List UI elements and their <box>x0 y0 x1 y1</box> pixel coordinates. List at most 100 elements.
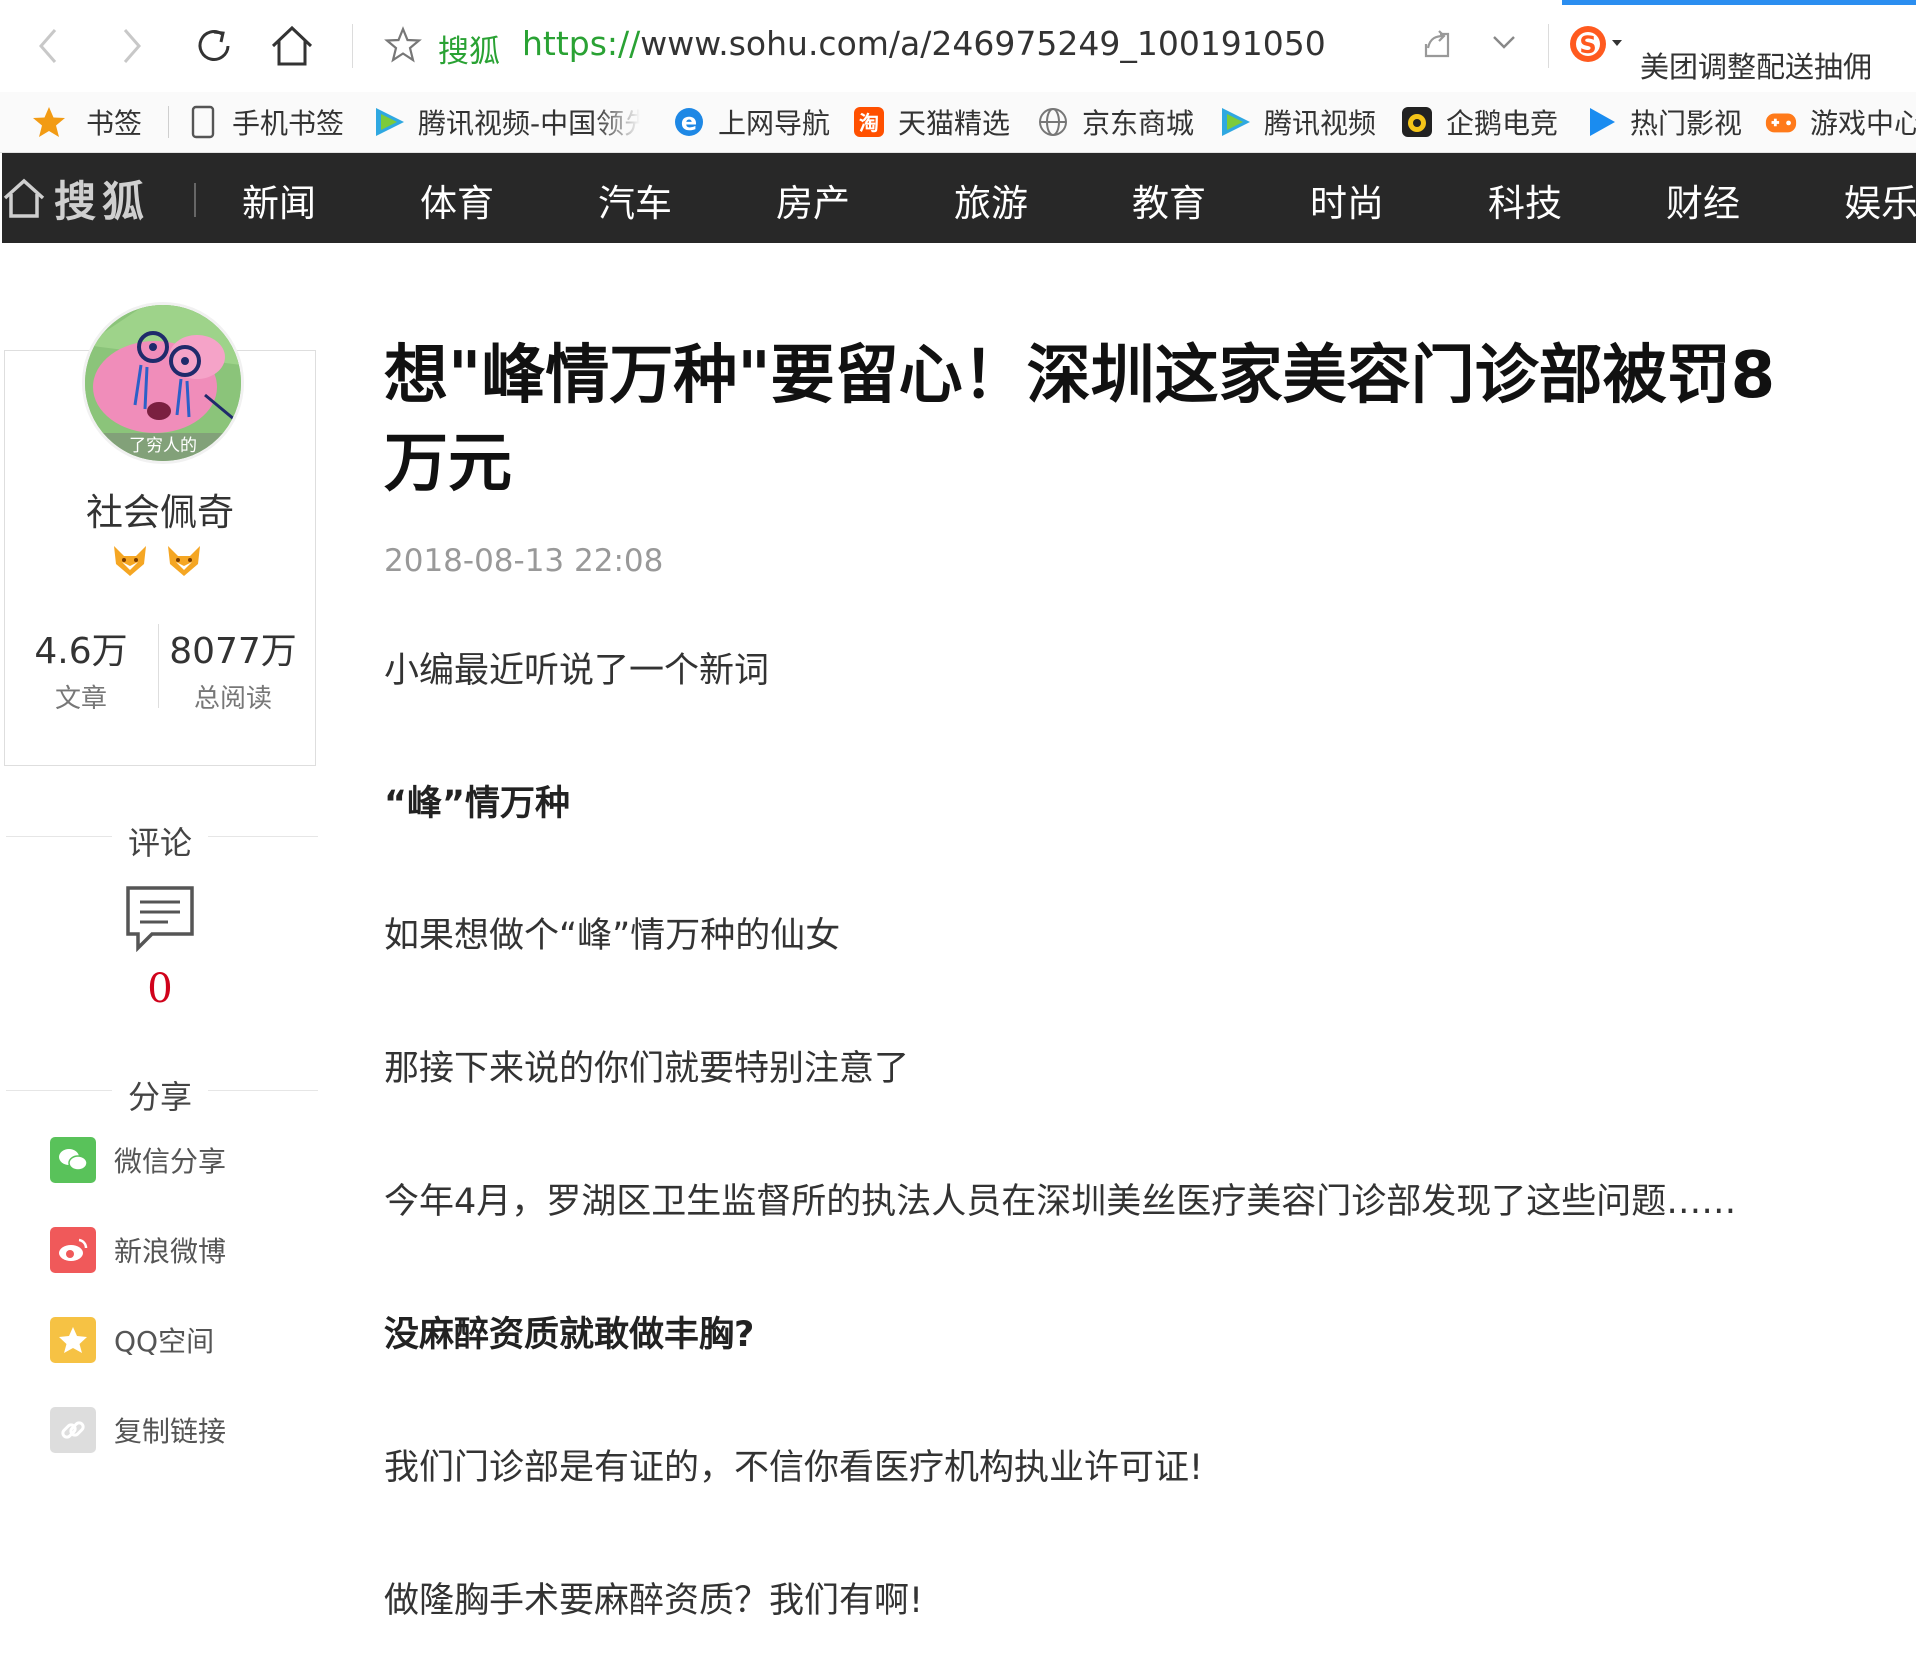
stat-articles: 4.6万 文章 <box>6 622 156 715</box>
home-icon <box>3 178 45 218</box>
bookmark-item[interactable]: 企鹅电竞 <box>1400 102 1558 142</box>
url-protocol: https:// <box>522 24 641 63</box>
bookmark-item[interactable]: 书签 <box>32 102 142 142</box>
nav-divider <box>194 183 196 217</box>
share-label: 微信分享 <box>114 1145 227 1178</box>
chevron-left-icon <box>39 29 57 63</box>
gamepad-icon <box>1764 105 1798 139</box>
bookmark-label: 热门影视 <box>1630 107 1743 140</box>
nav-item-news[interactable]: 新闻 <box>242 173 316 227</box>
bookmark-label: 游戏中心 <box>1810 107 1916 140</box>
ie-icon: e <box>672 105 706 139</box>
nav-item-finance[interactable]: 财经 <box>1666 173 1740 227</box>
bookmark-item[interactable]: 腾讯视频-中国领先 <box>372 102 640 142</box>
chevron-right-icon <box>123 29 141 63</box>
bookmark-item[interactable]: 腾讯视频 <box>1218 102 1376 142</box>
play-icon <box>1584 105 1618 139</box>
share-copy-link[interactable]: 复制链接 <box>50 1406 226 1454</box>
article-paragraph: 今年4月，罗湖区卫生监督所的执法人员在深圳美丝医疗美容门诊部发现了这些问题…… <box>384 1182 1737 1222</box>
url-field[interactable]: https://www.sohu.com/a/246975249_1001910… <box>522 24 1326 63</box>
article-subheading: 没麻醉资质就敢做丰胸? <box>384 1315 755 1355</box>
star-icon <box>32 105 66 139</box>
bookmark-label: 企鹅电竞 <box>1446 107 1559 140</box>
bookmark-label: 腾讯视频 <box>1264 107 1377 140</box>
bookmark-item[interactable]: e 上网导航 <box>672 102 830 142</box>
forward-button[interactable] <box>106 20 158 72</box>
nav-item-tech[interactable]: 科技 <box>1488 173 1562 227</box>
comment-button[interactable] <box>124 884 196 956</box>
article-title: 想"峰情万种"要留心！深圳这家美容门诊部被罚8万元 <box>384 339 1776 501</box>
promo-news-link[interactable]: 美团调整配送抽佣 <box>1640 44 1872 86</box>
sogou-search-button[interactable]: S <box>1566 22 1626 70</box>
article-paragraph: 做隆胸手术要麻醉资质？我们有啊! <box>384 1581 924 1621</box>
reload-button[interactable] <box>188 20 240 72</box>
nav-item-education[interactable]: 教育 <box>1132 173 1206 227</box>
link-icon <box>50 1407 96 1453</box>
author-badges <box>112 544 202 578</box>
sohu-logo[interactable]: 搜狐 <box>2 169 150 227</box>
share-qzone[interactable]: QQ空间 <box>50 1316 214 1364</box>
bookmark-star-button[interactable] <box>384 26 422 68</box>
star-outline-icon <box>384 26 422 63</box>
bookmark-label: 上网导航 <box>718 107 831 140</box>
nav-item-travel[interactable]: 旅游 <box>954 173 1028 227</box>
article-subheading: “峰”情万种 <box>384 784 571 824</box>
bookmark-label: 京东商城 <box>1082 107 1195 140</box>
logo-text: 搜狐 <box>54 176 151 226</box>
articles-label: 文章 <box>54 684 107 714</box>
comment-count: 0 <box>147 966 173 1012</box>
avatar-caption: 了穷人的 <box>129 436 197 456</box>
share-label: 复制链接 <box>114 1415 227 1448</box>
site-label: 搜狐 <box>438 34 500 70</box>
article-paragraph: 小编最近听说了一个新词 <box>384 651 770 691</box>
taobao-icon: 淘 <box>852 105 886 139</box>
weibo-icon <box>50 1227 96 1273</box>
author-name[interactable]: 社会佩奇 <box>0 482 320 536</box>
share-title: 分享 <box>112 1072 209 1118</box>
share-label: QQ空间 <box>114 1325 215 1358</box>
fox-badge-icon <box>114 546 146 576</box>
penguin-esports-icon <box>1400 105 1434 139</box>
share-weibo[interactable]: 新浪微博 <box>50 1226 226 1274</box>
url-path: www.sohu.com/a/246975249_100191050 <box>640 24 1326 63</box>
globe-icon <box>1036 105 1070 139</box>
toolbar-divider <box>1548 24 1549 68</box>
bookmark-label: 腾讯视频-中国领先 <box>418 107 640 140</box>
nav-item-auto[interactable]: 汽车 <box>598 173 672 227</box>
article-paragraph: 我们门诊部是有证的，不信你看医疗机构执业许可证! <box>384 1448 1204 1488</box>
article-date: 2018-08-13 22:08 <box>384 543 664 579</box>
author-avatar[interactable]: 了穷人的 <box>82 302 244 464</box>
bookmark-label: 手机书签 <box>232 107 345 140</box>
peppa-avatar-image: 了穷人的 <box>85 305 241 461</box>
bookmark-item[interactable]: 淘 天猫精选 <box>852 102 1010 142</box>
phone-icon <box>186 105 220 139</box>
bookmark-item[interactable]: 京东商城 <box>1036 102 1194 142</box>
home-icon <box>271 25 313 66</box>
comment-icon <box>126 886 194 953</box>
reads-label: 总阅读 <box>193 684 272 714</box>
nav-item-fashion[interactable]: 时尚 <box>1310 173 1384 227</box>
svg-text:淘: 淘 <box>859 111 879 135</box>
nav-item-realestate[interactable]: 房产 <box>776 173 850 227</box>
bookmark-label: 天猫精选 <box>898 107 1011 140</box>
url-dropdown-button[interactable] <box>1490 32 1518 56</box>
home-button[interactable] <box>266 20 318 72</box>
article-paragraph: 那接下来说的你们就要特别注意了 <box>384 1049 910 1089</box>
bookmark-item[interactable]: 热门影视 <box>1584 102 1742 142</box>
nav-item-sports[interactable]: 体育 <box>420 173 494 227</box>
share-page-button[interactable] <box>1420 28 1454 66</box>
nav-item-entertainment[interactable]: 娱乐 <box>1844 173 1916 227</box>
wechat-icon <box>50 1137 96 1183</box>
bookmark-item[interactable]: 手机书签 <box>186 102 344 142</box>
bookmark-label: 书签 <box>86 107 143 140</box>
back-button[interactable] <box>22 20 74 72</box>
bookmark-item[interactable]: 游戏中心 <box>1764 102 1916 142</box>
stat-reads: 8077万 总阅读 <box>158 622 308 715</box>
reads-count: 8077万 <box>169 631 297 672</box>
chevron-down-icon <box>1493 36 1515 49</box>
share-wechat[interactable]: 微信分享 <box>50 1136 226 1184</box>
share-label: 新浪微博 <box>114 1235 227 1268</box>
svg-text:e: e <box>681 108 697 136</box>
svg-text:S: S <box>1579 31 1596 59</box>
reload-icon <box>198 30 230 61</box>
